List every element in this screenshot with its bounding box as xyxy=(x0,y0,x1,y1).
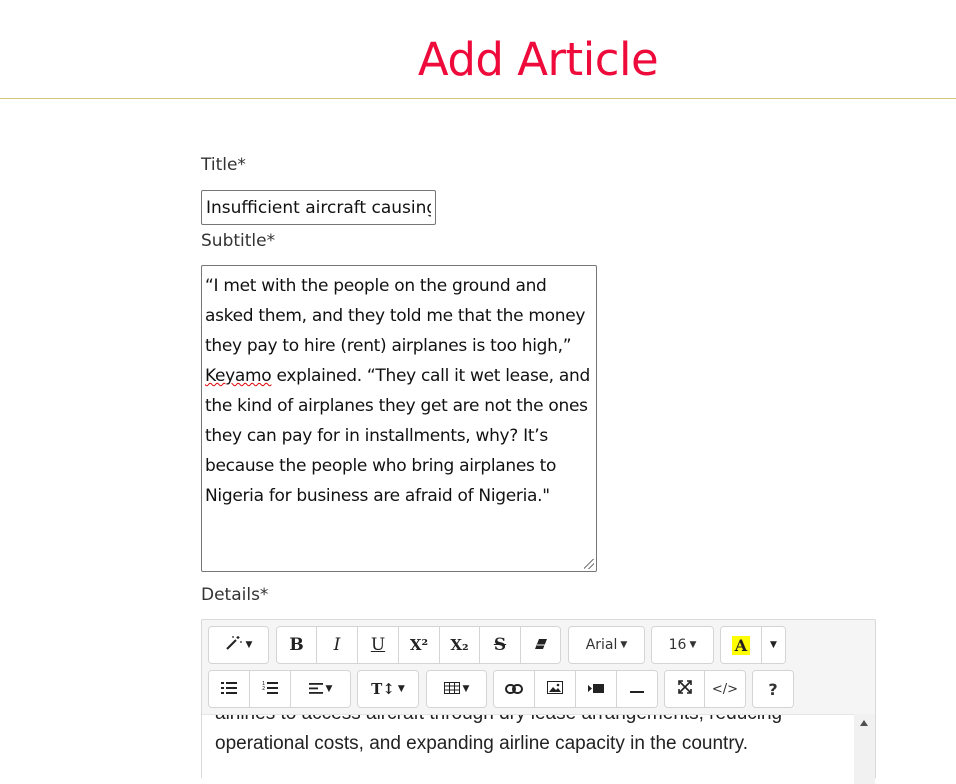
paragraph-group: 12 ▼ xyxy=(208,670,351,708)
horizontal-rule-icon xyxy=(630,680,644,698)
chevron-down-icon: ▼ xyxy=(770,640,777,650)
strikethrough-button[interactable]: S xyxy=(480,627,521,663)
chevron-down-icon: ▼ xyxy=(620,640,628,650)
subscript-button[interactable]: X₂ xyxy=(440,627,480,663)
color-button[interactable]: A xyxy=(721,627,762,663)
title-label: Title* xyxy=(201,155,246,175)
title-input[interactable] xyxy=(201,190,436,225)
table-icon xyxy=(443,680,460,698)
style-group: ▼ xyxy=(208,626,269,664)
line-height-dropdown[interactable]: T↕ ▼ xyxy=(358,671,418,707)
help-group: ? xyxy=(752,670,794,708)
color-group: A ▼ xyxy=(720,626,786,664)
superscript-button[interactable]: X² xyxy=(399,627,440,663)
horizontal-rule-button[interactable] xyxy=(617,671,657,707)
picture-icon xyxy=(547,680,563,698)
details-label: Details* xyxy=(201,585,269,605)
insert-group xyxy=(493,670,658,708)
unordered-list-button[interactable] xyxy=(209,671,250,707)
editor-scrollbar[interactable] xyxy=(854,714,875,784)
chevron-down-icon: ▼ xyxy=(397,684,405,694)
ordered-list-icon: 12 xyxy=(262,680,278,698)
chevron-down-icon: ▼ xyxy=(462,684,470,694)
eraser-button[interactable] xyxy=(521,627,560,663)
font-style-group: B I U X² X₂ S xyxy=(276,626,561,664)
unordered-list-icon xyxy=(221,680,237,698)
font-name-value: Arial xyxy=(585,637,618,653)
fullscreen-button[interactable] xyxy=(665,671,705,707)
link-icon xyxy=(505,680,523,698)
page-title: Add Article xyxy=(417,33,659,86)
resize-handle[interactable] xyxy=(584,559,594,569)
table-group: ▼ xyxy=(426,670,487,708)
chevron-down-icon: ▼ xyxy=(245,640,253,650)
bold-button[interactable]: B xyxy=(277,627,317,663)
video-icon xyxy=(588,680,604,698)
align-dropdown[interactable]: ▼ xyxy=(291,671,350,707)
chevron-down-icon: ▼ xyxy=(325,684,333,694)
line-height-label: T↕ xyxy=(371,680,395,698)
rich-text-editor: ▼ B I U X² X₂ S Arial ▼ 16 ▼ A ▼ 1 2 ▼ T… xyxy=(201,619,876,784)
view-group: </> xyxy=(664,670,746,708)
spellcheck-word: Keyamo xyxy=(205,366,272,386)
font-size-value: 16 xyxy=(668,637,687,653)
font-size-dropdown[interactable]: 16 ▼ xyxy=(652,627,713,663)
subtitle-label: Subtitle* xyxy=(201,231,276,251)
font-size-group: 16 ▼ xyxy=(651,626,714,664)
editor-content-area[interactable]: airlines to access aircraft through dry … xyxy=(202,714,854,784)
underline-button[interactable]: U xyxy=(358,627,399,663)
page-header: Add Article xyxy=(0,0,956,99)
height-group: T↕ ▼ xyxy=(357,670,419,708)
help-button[interactable]: ? xyxy=(753,671,793,707)
link-button[interactable] xyxy=(494,671,535,707)
align-icon xyxy=(308,680,323,698)
color-dropdown[interactable]: ▼ xyxy=(762,627,785,663)
italic-button[interactable]: I xyxy=(317,627,358,663)
eraser-icon xyxy=(534,636,548,654)
fullscreen-icon xyxy=(677,680,692,698)
subtitle-text: “I met with the people on the ground and… xyxy=(205,276,591,356)
table-dropdown[interactable]: ▼ xyxy=(427,671,486,707)
text-color-icon: A xyxy=(731,635,751,655)
picture-button[interactable] xyxy=(535,671,576,707)
ordered-list-button[interactable]: 12 xyxy=(250,671,291,707)
video-button[interactable] xyxy=(576,671,617,707)
subtitle-textarea[interactable]: “I met with the people on the ground and… xyxy=(201,265,597,572)
scroll-up-arrow-icon[interactable] xyxy=(860,720,868,726)
subtitle-text-cont: explained. “They call it wet lease, and … xyxy=(205,366,596,506)
code-view-button[interactable]: </> xyxy=(705,671,745,707)
font-name-dropdown[interactable]: Arial ▼ xyxy=(569,627,644,663)
svg-text:2: 2 xyxy=(262,686,265,692)
magic-wand-icon xyxy=(225,635,243,655)
font-name-group: Arial ▼ xyxy=(568,626,645,664)
editor-content-text: airlines to access aircraft through dry … xyxy=(215,715,782,754)
style-button[interactable]: ▼ xyxy=(209,627,268,663)
chevron-down-icon: ▼ xyxy=(689,640,697,650)
